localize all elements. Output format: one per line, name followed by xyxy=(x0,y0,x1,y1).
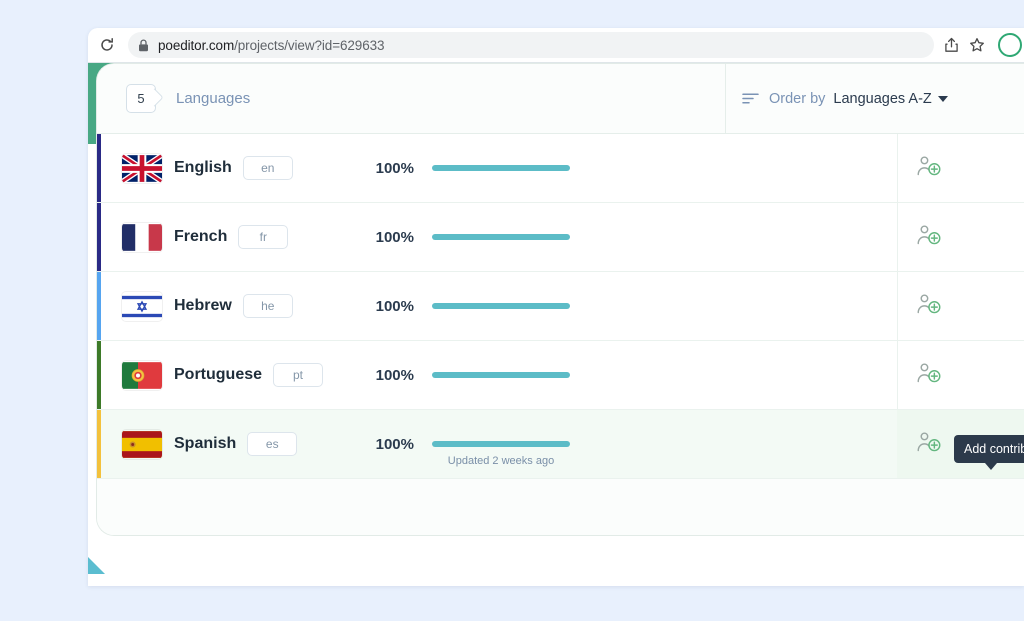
add-contributor-icon[interactable] xyxy=(915,430,942,459)
progress-group: 100% xyxy=(362,134,722,202)
flag-il-icon xyxy=(122,292,162,321)
url-bar[interactable]: poeditor.com/projects/view?id=629633 xyxy=(128,32,934,58)
table-row[interactable]: English en 100% xyxy=(97,134,1024,203)
reload-icon[interactable] xyxy=(94,32,120,58)
progress-group: 100% xyxy=(362,203,722,271)
header-divider xyxy=(725,64,726,133)
share-icon[interactable] xyxy=(938,32,964,58)
progress-bar xyxy=(432,372,570,378)
language-identity: French fr xyxy=(122,223,352,252)
add-contributor-icon[interactable] xyxy=(915,154,942,183)
add-contributor-icon[interactable] xyxy=(915,292,942,321)
chevron-down-icon[interactable] xyxy=(937,95,948,102)
language-identity: Portuguese pt xyxy=(122,361,352,390)
add-contributor-button[interactable] xyxy=(897,203,1024,271)
language-code-pill: he xyxy=(242,294,293,318)
avatar[interactable] xyxy=(998,33,1022,57)
language-identity: English en xyxy=(122,153,352,183)
progress-bar xyxy=(432,234,570,240)
progress-bar: Updated 2 weeks ago xyxy=(432,441,570,467)
progress-percent: 100% xyxy=(375,297,414,315)
add-contributor-icon[interactable] xyxy=(915,223,942,252)
language-name: French xyxy=(174,228,228,245)
browser-toolbar: poeditor.com/projects/view?id=629633 xyxy=(88,28,1024,62)
table-row[interactable]: French fr 100% xyxy=(97,203,1024,272)
order-by-value[interactable]: Languages A-Z xyxy=(833,91,931,107)
flag-es-icon xyxy=(122,430,162,459)
add-contributor-button[interactable] xyxy=(897,272,1024,340)
progress-percent: 100% xyxy=(375,435,414,453)
url-path: /projects/view?id=629633 xyxy=(234,37,385,53)
table-row[interactable]: Spanish es 100% Updated 2 weeks ago xyxy=(97,410,1024,479)
table-row[interactable]: Hebrew he 100% xyxy=(97,272,1024,341)
browser-window: poeditor.com/projects/view?id=629633 5 L… xyxy=(88,28,1024,586)
card-header: 5 Languages Order by Languages A-Z xyxy=(97,64,1024,134)
table-row[interactable]: Portuguese pt 100% xyxy=(97,341,1024,410)
progress-group: 100% Updated 2 weeks ago xyxy=(362,410,722,478)
progress-percent: 100% xyxy=(375,366,414,384)
languages-label: Languages xyxy=(176,90,251,107)
language-code-pill: es xyxy=(247,432,298,456)
add-contributor-button[interactable] xyxy=(897,134,1024,202)
row-accent-bar xyxy=(97,272,101,340)
tooltip-arrow xyxy=(985,463,997,470)
language-name: Hebrew xyxy=(174,297,232,314)
language-code-pill: fr xyxy=(238,225,289,249)
sort-icon xyxy=(742,92,759,105)
language-name: Portuguese xyxy=(174,366,263,383)
flag-fr-icon xyxy=(122,223,162,252)
progress-bar xyxy=(432,165,570,171)
language-name: English xyxy=(174,159,232,176)
add-contributor-button[interactable] xyxy=(897,341,1024,409)
languages-card: 5 Languages Order by Languages A-Z Engli… xyxy=(96,63,1024,536)
flag-gb-icon xyxy=(122,153,162,183)
language-code-pill: pt xyxy=(273,363,324,387)
add-contributor-icon[interactable] xyxy=(915,361,942,390)
tooltip-text: Add contrib xyxy=(964,442,1024,456)
lock-icon xyxy=(138,38,149,52)
language-count-group: 5 Languages xyxy=(126,84,250,113)
card-footer xyxy=(97,479,1024,535)
progress-percent: 100% xyxy=(375,228,414,246)
url-domain: poeditor.com xyxy=(158,37,235,53)
language-code-pill: en xyxy=(242,156,293,180)
url-text: poeditor.com/projects/view?id=629633 xyxy=(158,37,385,53)
tooltip: Add contrib xyxy=(954,435,1024,463)
language-identity: Hebrew he xyxy=(122,292,352,321)
order-by-control[interactable]: Order by Languages A-Z xyxy=(742,91,948,107)
row-accent-bar xyxy=(97,134,101,202)
language-count-value: 5 xyxy=(137,91,145,106)
star-icon[interactable] xyxy=(964,32,990,58)
language-rows: English en 100% French fr 100% Hebrew he 100% Por… xyxy=(97,134,1024,479)
progress-group: 100% xyxy=(362,341,722,409)
progress-percent: 100% xyxy=(375,159,414,177)
progress-group: 100% xyxy=(362,272,722,340)
row-accent-bar xyxy=(97,203,101,271)
updated-timestamp: Updated 2 weeks ago xyxy=(447,455,555,467)
corner-triangle-icon xyxy=(88,557,105,574)
language-name: Spanish xyxy=(174,435,237,452)
language-count-badge: 5 xyxy=(126,84,156,113)
flag-pt-icon xyxy=(122,361,162,390)
toolbar-actions xyxy=(938,32,1024,58)
order-by-label: Order by xyxy=(769,90,826,107)
row-accent-bar xyxy=(97,341,101,409)
page-viewport: 5 Languages Order by Languages A-Z Engli… xyxy=(88,63,1024,586)
language-identity: Spanish es xyxy=(122,430,352,459)
progress-bar xyxy=(432,303,570,309)
row-accent-bar xyxy=(97,410,101,478)
